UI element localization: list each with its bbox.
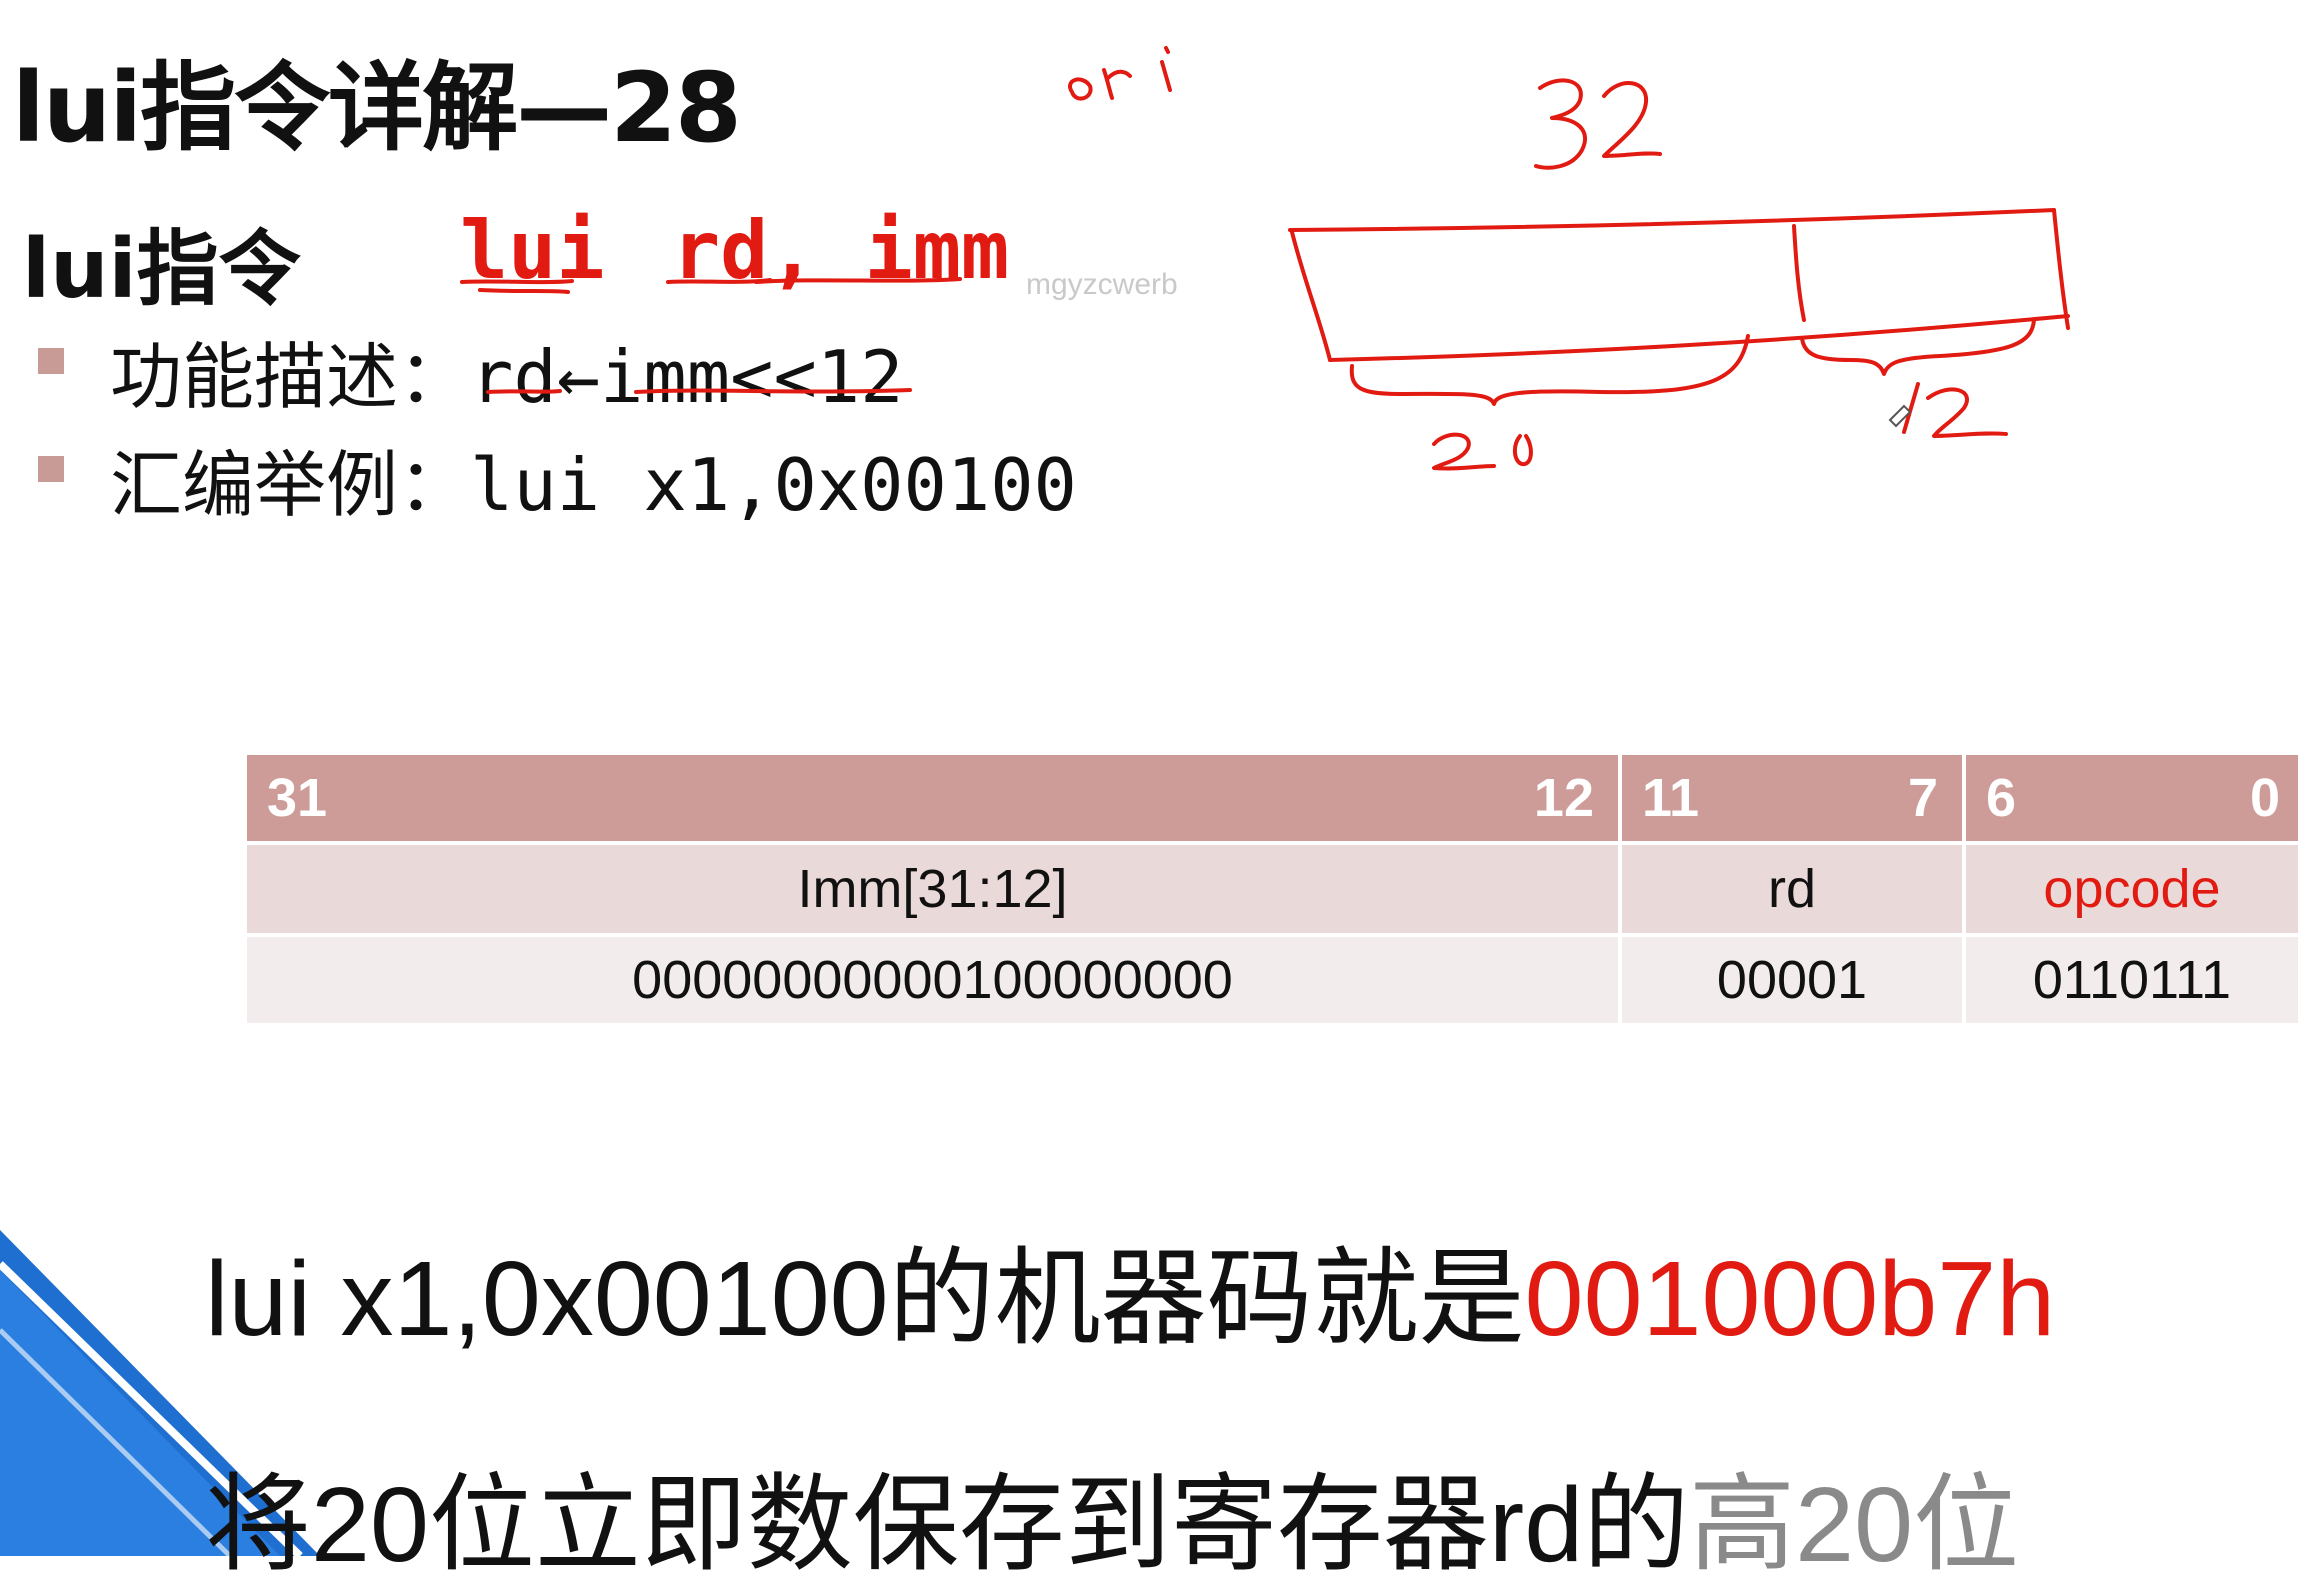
bitfield-header-row: 31 12 11 7 6 0	[247, 755, 2298, 841]
header-cell: 11 7	[1622, 755, 1962, 841]
bit-hi: 11	[1642, 768, 1700, 828]
underline-rd-bullet	[486, 389, 562, 394]
bit-lo: 0	[2249, 768, 2280, 828]
table-divider	[1962, 755, 1966, 1023]
machine-code: 001000b7h	[1524, 1240, 2056, 1358]
underline-lui	[460, 279, 574, 285]
footer-statement: 将20位立即数保存到寄存器rd的高20位	[205, 1438, 2019, 1592]
field-value-row: 00000000000100000000 00001 0110111	[247, 937, 2298, 1023]
footer-main: 将20位立即数保存到寄存器rd的	[205, 1466, 1690, 1584]
bit-lo: 12	[1533, 768, 1594, 828]
field-imm: Imm[31:12]	[797, 859, 1068, 919]
header-cell: 6 0	[1966, 755, 2298, 841]
value-imm: 00000000000100000000	[632, 950, 1233, 1010]
footer-tail: 高20位	[1689, 1466, 2020, 1584]
bit-hi: 31	[267, 768, 328, 828]
underline-imm	[754, 277, 962, 284]
statement-prefix: lui x1,0x00100的机器码就是	[205, 1240, 1525, 1358]
field-name-row: Imm[31:12] rd opcode	[247, 845, 2298, 933]
header-cell: 31 12	[247, 755, 1618, 841]
field-rd: rd	[1767, 859, 1816, 919]
bit-hi: 6	[1986, 768, 2017, 828]
value-rd: 00001	[1716, 950, 1868, 1010]
underline-imm-bullet	[634, 388, 912, 394]
bit-lo: 7	[1907, 768, 1938, 828]
table-divider	[1618, 755, 1622, 1023]
machine-code-statement: lui x1,0x00100的机器码就是001000b7h	[205, 1212, 2055, 1366]
field-opcode: opcode	[2043, 859, 2221, 919]
value-opcode: 0110111	[2032, 950, 2232, 1010]
